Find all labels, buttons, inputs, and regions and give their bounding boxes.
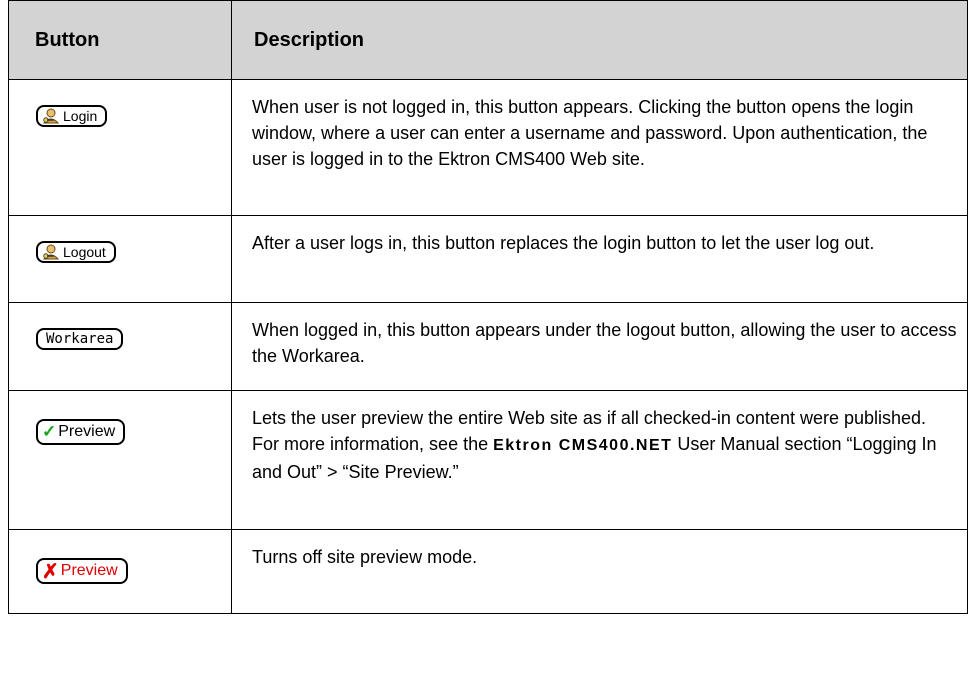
description-cell: After a user logs in, this button replac… <box>231 215 968 303</box>
user-key-icon <box>42 108 60 124</box>
green-check-icon: ✓ <box>42 422 57 441</box>
workarea-button-label: Workarea <box>46 331 114 347</box>
preview-on-button-image: ✓ Preview <box>36 419 126 445</box>
button-cell: Login <box>8 79 232 216</box>
description-cell: When logged in, this button appears unde… <box>231 302 968 391</box>
user-key-icon <box>42 244 60 260</box>
preview-off-button-label: Preview <box>60 562 118 579</box>
button-cell: Logout <box>8 215 232 303</box>
login-button-label: Login <box>63 108 98 124</box>
table-row: Logout After a user logs in, this button… <box>8 215 968 303</box>
header-description: Description <box>231 0 968 80</box>
logout-button-image: Logout <box>36 241 116 263</box>
description-cell: Lets the user preview the entire Web sit… <box>231 390 968 530</box>
workarea-button-image: Workarea <box>36 328 124 350</box>
red-x-icon: ✗ <box>42 560 59 583</box>
table-header-row: Button Description <box>8 0 968 80</box>
description-cell: Turns off site preview mode. <box>231 529 968 614</box>
button-cell: ✓ Preview <box>8 390 232 530</box>
button-cell: Workarea <box>8 302 232 391</box>
table-row: ✓ Preview Lets the user preview the enti… <box>8 390 968 530</box>
button-cell: ✗ Preview <box>8 529 232 614</box>
button-description-table: Button Description Login When user is no… <box>8 0 968 614</box>
table-row: Login When user is not logged in, this b… <box>8 79 968 216</box>
product-name: Ektron CMS400.NET <box>493 437 673 454</box>
header-button: Button <box>8 0 232 80</box>
description-cell: When user is not logged in, this button … <box>231 79 968 216</box>
table-row: ✗ Preview Turns off site preview mode. <box>8 529 968 614</box>
preview-off-button-image: ✗ Preview <box>36 558 128 584</box>
table-row: Workarea When logged in, this button app… <box>8 302 968 391</box>
login-button-image: Login <box>36 105 108 127</box>
preview-on-button-label: Preview <box>58 423 116 440</box>
logout-button-label: Logout <box>63 244 106 260</box>
